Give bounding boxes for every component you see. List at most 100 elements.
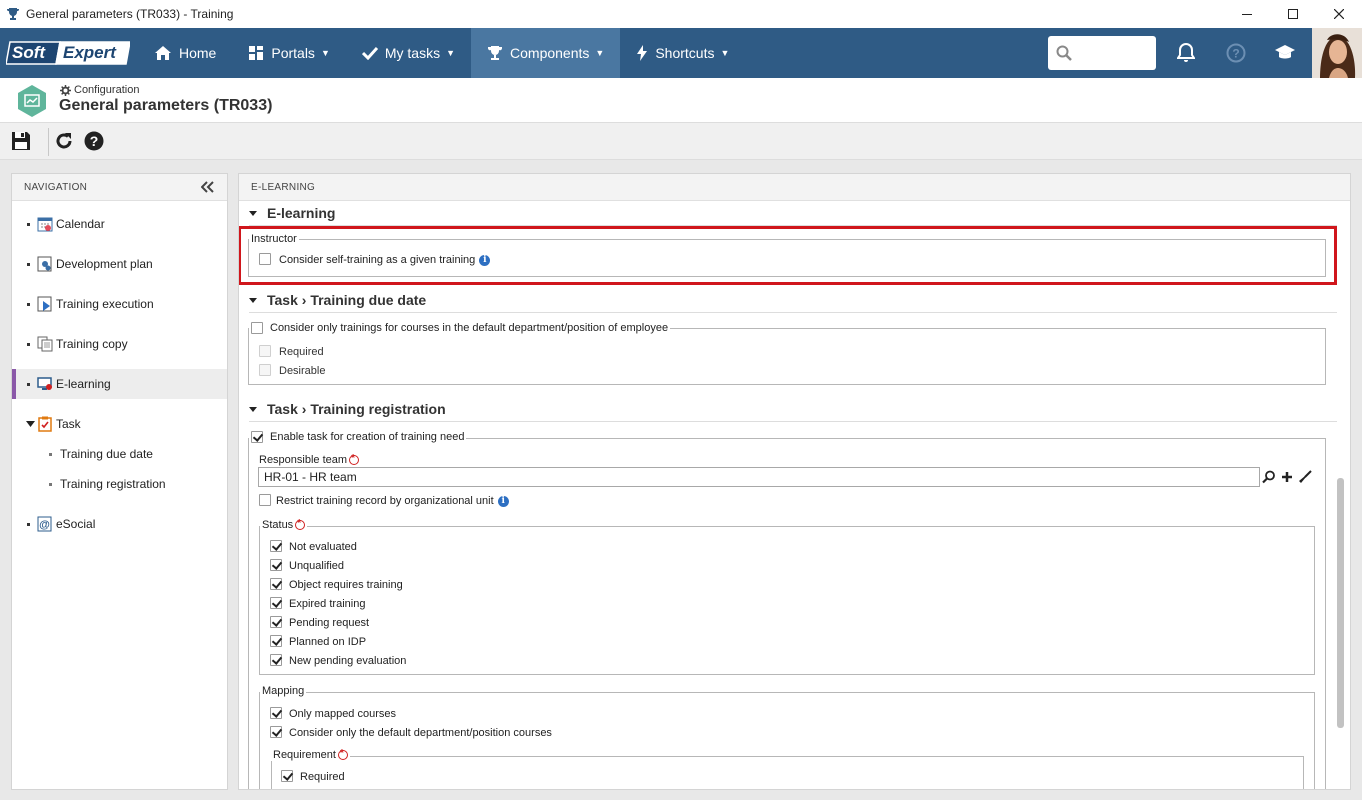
only-mapped-courses-checkbox[interactable] (270, 707, 282, 719)
requirement-legend-text: Requirement (273, 749, 336, 761)
refresh-icon (56, 133, 72, 149)
section-title: E-learning (267, 205, 336, 221)
softexpert-logo[interactable]: Soft Expert (5, 40, 131, 66)
nav-item-esocial[interactable]: @ eSocial (12, 509, 227, 539)
nav-home[interactable]: Home (138, 28, 232, 78)
due-date-fieldset (248, 328, 1326, 385)
section-training-due-date[interactable]: Task › Training due date (249, 292, 426, 308)
close-button[interactable] (1316, 0, 1362, 28)
svg-text:?: ? (90, 133, 99, 149)
nav-item-training-execution[interactable]: Training execution (12, 289, 227, 319)
desirable-checkbox[interactable] (259, 364, 271, 376)
save-icon (12, 132, 30, 150)
required-checkbox[interactable] (259, 345, 271, 357)
nav-portals-label: Portals (271, 45, 315, 61)
divider (249, 421, 1337, 422)
collapse-double-chevron-icon[interactable] (201, 181, 215, 193)
magnifier-icon (1262, 470, 1275, 484)
required-asterisk-icon (295, 518, 306, 530)
refresh-button[interactable] (52, 129, 76, 153)
toolbar: ? (0, 123, 1362, 160)
requirement-fieldset (271, 756, 1304, 789)
nav-shortcuts[interactable]: Shortcuts ▼ (620, 28, 745, 78)
nav-item-label: Training due date (60, 447, 153, 461)
nav-portals[interactable]: Portals ▼ (232, 28, 346, 78)
content-scrollbar[interactable] (1337, 478, 1344, 728)
status-label: New pending evaluation (289, 655, 407, 667)
user-avatar[interactable] (1312, 28, 1362, 78)
only-default-courses-checkbox[interactable] (270, 726, 282, 738)
learning-button[interactable] (1274, 42, 1296, 64)
section-e-learning[interactable]: E-learning (249, 205, 335, 221)
bullet (49, 453, 52, 456)
question-circle-icon: ? (1226, 43, 1246, 63)
requirement-required-checkbox[interactable] (281, 770, 293, 782)
minimize-button[interactable] (1224, 0, 1270, 28)
enable-task-checkbox[interactable] (251, 431, 263, 443)
status-checkbox-unqualified[interactable] (270, 559, 282, 571)
registration-legend: Enable task for creation of training nee… (249, 429, 467, 445)
responsible-team-label: Responsible team (259, 454, 348, 466)
bell-icon (1177, 43, 1195, 62)
help-button[interactable]: ? (1225, 42, 1247, 64)
due-date-legend: Consider only trainings for courses in t… (249, 320, 671, 336)
nav-item-e-learning[interactable]: E-learning (12, 369, 227, 399)
bullet (27, 523, 30, 526)
only-default-checkbox[interactable] (251, 322, 263, 334)
highlight-box (239, 226, 1337, 285)
status-checkbox-expired-training[interactable] (270, 597, 282, 609)
required-asterisk-icon (337, 748, 348, 760)
divider (249, 312, 1337, 313)
trophy-app-icon (6, 8, 20, 20)
esocial-icon: @ (37, 516, 52, 532)
status-label: Unqualified (289, 560, 345, 572)
nav-components[interactable]: Components ▼ (471, 28, 621, 78)
status-checkbox-not-evaluated[interactable] (270, 540, 282, 552)
status-fieldset (259, 526, 1315, 675)
status-label: Not evaluated (289, 541, 357, 553)
window-titlebar: General parameters (TR033) - Training (0, 0, 1362, 28)
maximize-icon (1288, 9, 1298, 19)
status-checkbox-new-pending-evaluation[interactable] (270, 654, 282, 666)
development-plan-icon (37, 256, 52, 272)
content-panel-header: E-LEARNING (239, 174, 1350, 201)
clear-team-button[interactable] (1297, 468, 1313, 486)
nav-item-calendar[interactable]: Calendar (12, 209, 227, 239)
nav-item-training-due-date[interactable]: Training due date (12, 439, 227, 469)
maximize-button[interactable] (1270, 0, 1316, 28)
responsible-team-field[interactable]: HR-01 - HR team (258, 467, 1260, 487)
bullet (27, 383, 30, 386)
save-button[interactable] (9, 129, 33, 153)
section-training-registration[interactable]: Task › Training registration (249, 401, 446, 417)
main-area: NAVIGATION Calendar Development plan Tra… (0, 160, 1362, 800)
expand-triangle-icon[interactable] (26, 421, 35, 427)
search-input[interactable] (1048, 36, 1156, 70)
nav-my-tasks[interactable]: My tasks ▼ (346, 28, 471, 78)
status-checkbox-pending-request[interactable] (270, 616, 282, 628)
nav-item-label: Development plan (56, 257, 153, 271)
nav-item-label: eSocial (56, 517, 96, 531)
search-team-button[interactable] (1261, 468, 1277, 486)
nav-item-training-copy[interactable]: Training copy (12, 329, 227, 359)
info-icon[interactable]: i (497, 495, 509, 507)
restrict-org-unit-label: Restrict training record by organization… (276, 495, 494, 507)
broom-icon (1299, 470, 1312, 483)
help-toolbar-button[interactable]: ? (82, 129, 106, 153)
status-checkbox-object-requires-training[interactable] (270, 578, 282, 590)
content-heading: E-LEARNING (251, 181, 316, 193)
required-asterisk-icon (349, 453, 360, 465)
add-team-button[interactable] (1279, 468, 1295, 486)
logo-text-expert: Expert (63, 43, 116, 62)
nav-item-training-registration[interactable]: Training registration (12, 469, 227, 499)
calendar-icon (37, 217, 53, 232)
nav-item-development-plan[interactable]: Development plan (12, 249, 227, 279)
restrict-org-unit-checkbox[interactable] (259, 494, 271, 506)
notifications-button[interactable] (1175, 42, 1197, 64)
only-default-label: Consider only trainings for courses in t… (270, 322, 669, 334)
collapse-triangle-icon (249, 297, 257, 303)
breadcrumb[interactable]: Configuration (60, 84, 139, 96)
status-checkbox-planned-on-idp[interactable] (270, 635, 282, 647)
page-title: General parameters (TR033) (59, 97, 273, 114)
chevron-down-icon: ▼ (720, 48, 730, 58)
nav-item-task[interactable]: Task (12, 409, 227, 439)
